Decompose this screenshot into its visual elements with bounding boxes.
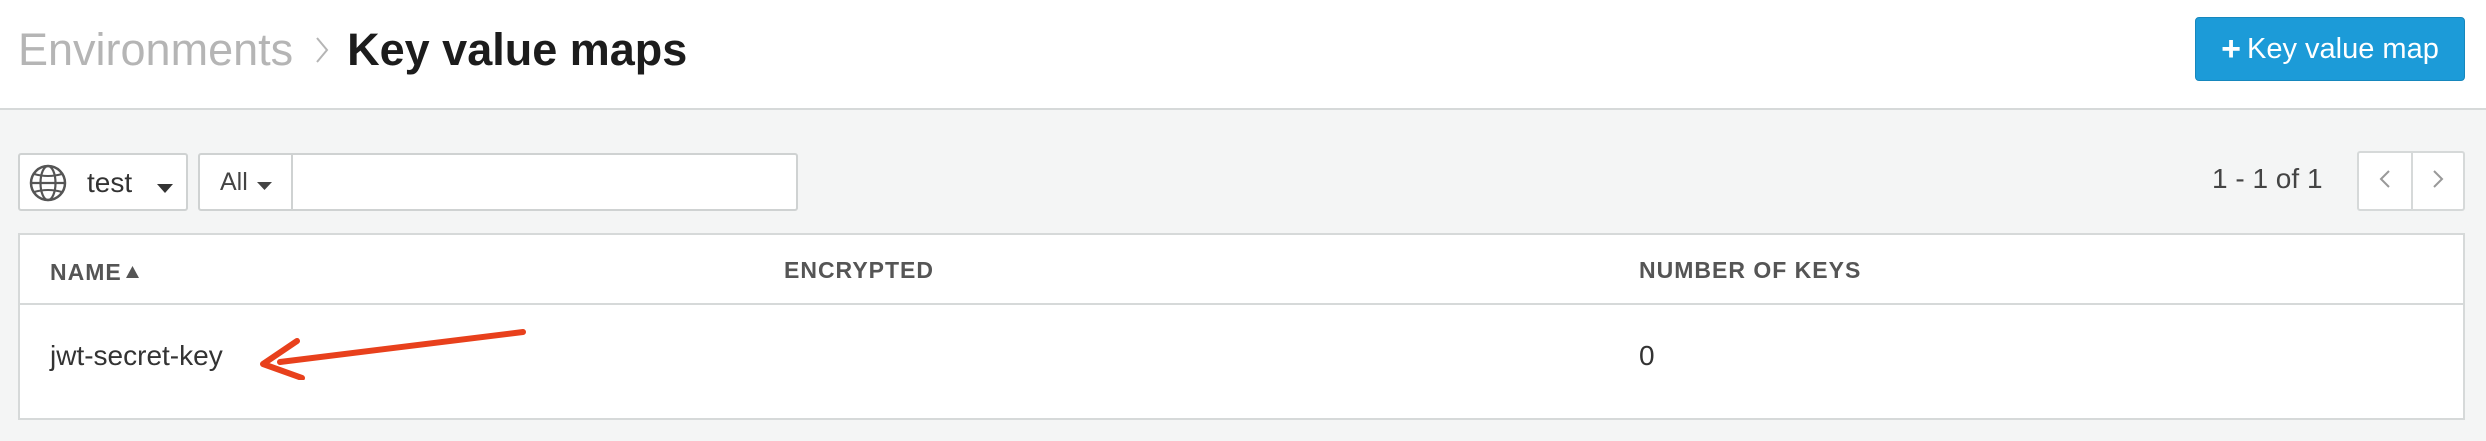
- page-header: Environments Key value maps + Key value …: [0, 0, 2486, 110]
- previous-page-button[interactable]: [2359, 153, 2411, 209]
- pagination-controls: [2357, 151, 2465, 211]
- kvm-number-of-keys-cell: 0: [1639, 340, 1655, 371]
- table-header: NAME ENCRYPTED NUMBER OF KEYS: [20, 235, 2463, 305]
- add-key-value-map-button[interactable]: + Key value map: [2195, 17, 2465, 81]
- globe-icon: [28, 163, 68, 203]
- sort-asc-icon: [125, 257, 139, 284]
- page-title: Key value maps: [347, 24, 688, 75]
- type-filter-dropdown[interactable]: All: [200, 155, 293, 209]
- type-filter-value: All: [220, 168, 248, 196]
- chevron-left-icon: [2379, 169, 2391, 194]
- chevron-right-icon: [2432, 169, 2444, 194]
- next-page-button[interactable]: [2411, 153, 2463, 209]
- breadcrumb-environments-link[interactable]: Environments: [18, 24, 293, 76]
- caret-down-icon: [157, 180, 173, 198]
- environment-select[interactable]: test: [18, 153, 188, 211]
- search-filter-group: All: [198, 153, 798, 211]
- breadcrumb: Environments Key value maps: [18, 22, 687, 78]
- table-row[interactable]: jwt-secret-key 0: [20, 307, 2463, 420]
- kvm-name-cell[interactable]: jwt-secret-key: [50, 340, 223, 372]
- pagination-summary: 1 - 1 of 1: [2212, 163, 2323, 194]
- plus-icon: +: [2221, 30, 2242, 68]
- key-value-maps-table: NAME ENCRYPTED NUMBER OF KEYS jwt-secret…: [18, 233, 2465, 420]
- column-header-number-of-keys: NUMBER OF KEYS: [1639, 257, 1862, 283]
- caret-down-icon: [257, 177, 272, 195]
- add-key-value-map-label: Key value map: [2247, 32, 2439, 65]
- chevron-right-icon: [315, 36, 329, 64]
- column-header-encrypted: ENCRYPTED: [784, 257, 934, 283]
- environment-value: test: [87, 167, 133, 198]
- column-header-name[interactable]: NAME: [50, 257, 139, 286]
- search-input[interactable]: [295, 155, 796, 209]
